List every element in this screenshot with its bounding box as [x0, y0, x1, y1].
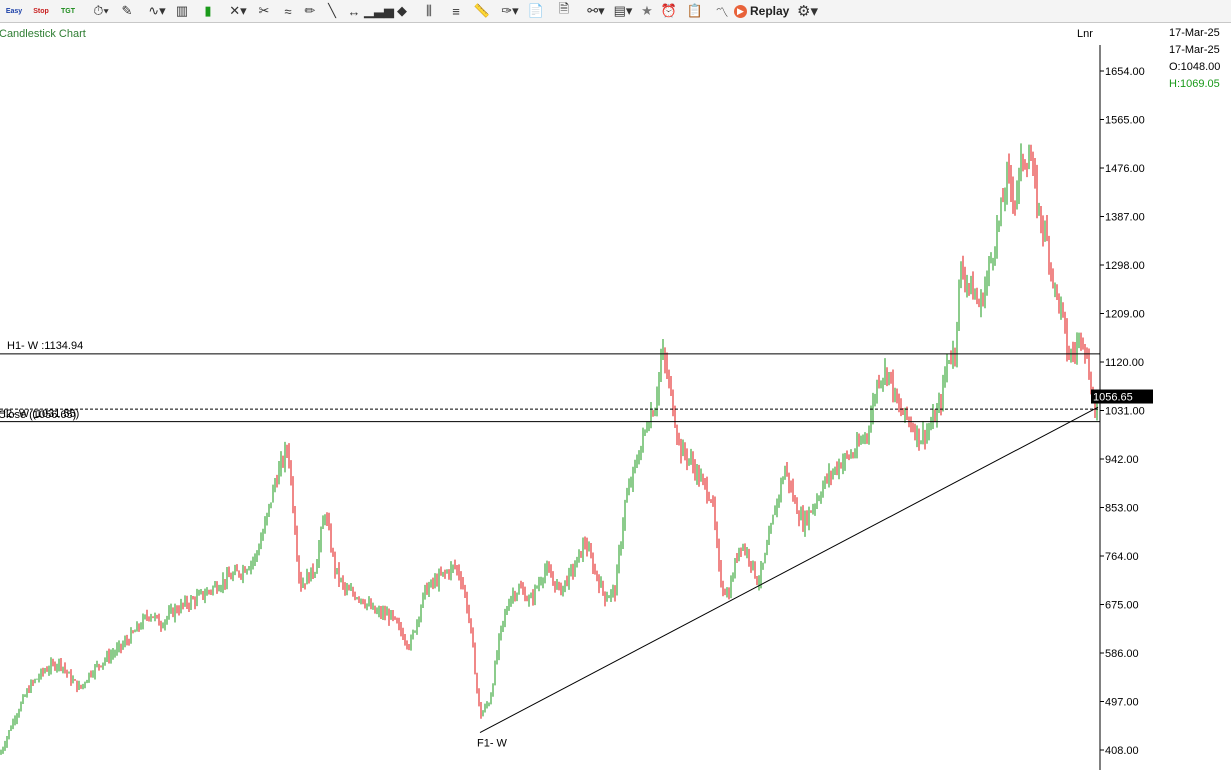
- ruler-icon[interactable]: 📏: [473, 1, 491, 21]
- chart-title: Candlestick Chart: [0, 28, 86, 40]
- indicator-icon[interactable]: ⫼: [420, 1, 438, 21]
- scissors-icon[interactable]: ✂: [255, 1, 273, 21]
- candle-icon[interactable]: ▮: [199, 1, 217, 21]
- y-tick-label: 497.00: [1105, 697, 1139, 709]
- y-tick-label: 1476.00: [1105, 163, 1145, 175]
- y-tick-label: 586.00: [1105, 648, 1139, 660]
- bar-chart-icon[interactable]: ▥: [173, 1, 191, 21]
- tgt-button[interactable]: TGT: [57, 1, 79, 21]
- y-tick-label: 408.00: [1105, 745, 1139, 757]
- y-tick-label: 1209.00: [1105, 309, 1145, 321]
- link-icon[interactable]: ⚯▾: [583, 1, 609, 21]
- pin-icon[interactable]: ✎: [118, 1, 136, 21]
- paint-icon[interactable]: ✑▾: [497, 1, 523, 21]
- chart-type-icon[interactable]: ∿▾: [145, 1, 169, 21]
- replay-button[interactable]: ▶ Replay: [734, 1, 789, 21]
- y-tick-label: 764.00: [1105, 551, 1139, 563]
- info-high: H:1069.05: [1169, 78, 1220, 90]
- y-tick-label: 1387.00: [1105, 212, 1145, 224]
- cube-icon[interactable]: ◆: [393, 1, 411, 21]
- scale-mode-label: Lnr: [1077, 28, 1093, 40]
- y-axis-ticks: 1654.00 1565.00 1476.00 1387.00 1298.00 1209.…: [1100, 66, 1145, 757]
- pencil-icon[interactable]: ✏: [301, 1, 319, 21]
- y-tick-label: 853.00: [1105, 503, 1139, 515]
- volume-icon[interactable]: ▁▃▅: [364, 1, 394, 21]
- toolbar: Easy Stop TGT ⏱▾ ✎ ∿▾ ▥ ▮ ✕▾ ✂ ≈ ✏ ╲ ↔ ▁…: [0, 0, 1231, 23]
- cross-icon[interactable]: ✕▾: [226, 1, 250, 21]
- notes-icon[interactable]: 🗎: [555, 1, 573, 21]
- info-date-2: 17-Mar-25: [1169, 44, 1220, 56]
- layout-icon[interactable]: ▤▾: [610, 1, 636, 21]
- overlay-lines: H1- W :1134.94 H2- W (1031.55) Close (10…: [0, 340, 1153, 750]
- equal-icon[interactable]: ≡: [447, 1, 465, 21]
- line-icon[interactable]: ╲: [323, 1, 341, 21]
- candlestick-chart[interactable]: Candlestick Chart Lnr 1654.00 1565.00 1476…: [0, 23, 1165, 770]
- y-tick-label: 1298.00: [1105, 260, 1145, 272]
- trend-icon[interactable]: 〽: [713, 1, 731, 21]
- trend-label: F1- W: [477, 738, 508, 750]
- info-date-1: 17-Mar-25: [1169, 27, 1220, 39]
- y-tick-label: 1654.00: [1105, 66, 1145, 78]
- stop-button[interactable]: Stop: [30, 1, 52, 21]
- star-icon[interactable]: ★: [638, 1, 656, 21]
- horizontal-line-icon[interactable]: ↔: [345, 1, 363, 21]
- h1-label: H1- W :1134.94: [7, 340, 83, 352]
- y-tick-label: 1031.00: [1105, 406, 1145, 418]
- clipboard-icon[interactable]: 📋: [686, 1, 704, 21]
- replay-icon: ▶: [734, 4, 747, 18]
- close-label: Close (1056.65): [0, 409, 76, 421]
- last-price-label: 1056.65: [1093, 392, 1133, 404]
- candles-group: [0, 143, 1098, 755]
- alarm-icon[interactable]: ⏰: [660, 1, 678, 21]
- document-icon[interactable]: 📄: [527, 1, 545, 21]
- replay-label: Replay: [750, 4, 790, 18]
- gear-icon[interactable]: ⚙▾: [797, 1, 818, 21]
- y-tick-label: 1120.00: [1105, 357, 1144, 369]
- info-open: O:1048.00: [1169, 61, 1221, 73]
- easy-button[interactable]: Easy: [3, 1, 25, 21]
- y-tick-label: 675.00: [1105, 600, 1139, 612]
- y-tick-label: 1565.00: [1105, 115, 1145, 127]
- wave-icon[interactable]: ≈: [279, 1, 297, 21]
- clock-icon[interactable]: ⏱▾: [88, 1, 114, 21]
- y-tick-label: 942.00: [1105, 454, 1139, 466]
